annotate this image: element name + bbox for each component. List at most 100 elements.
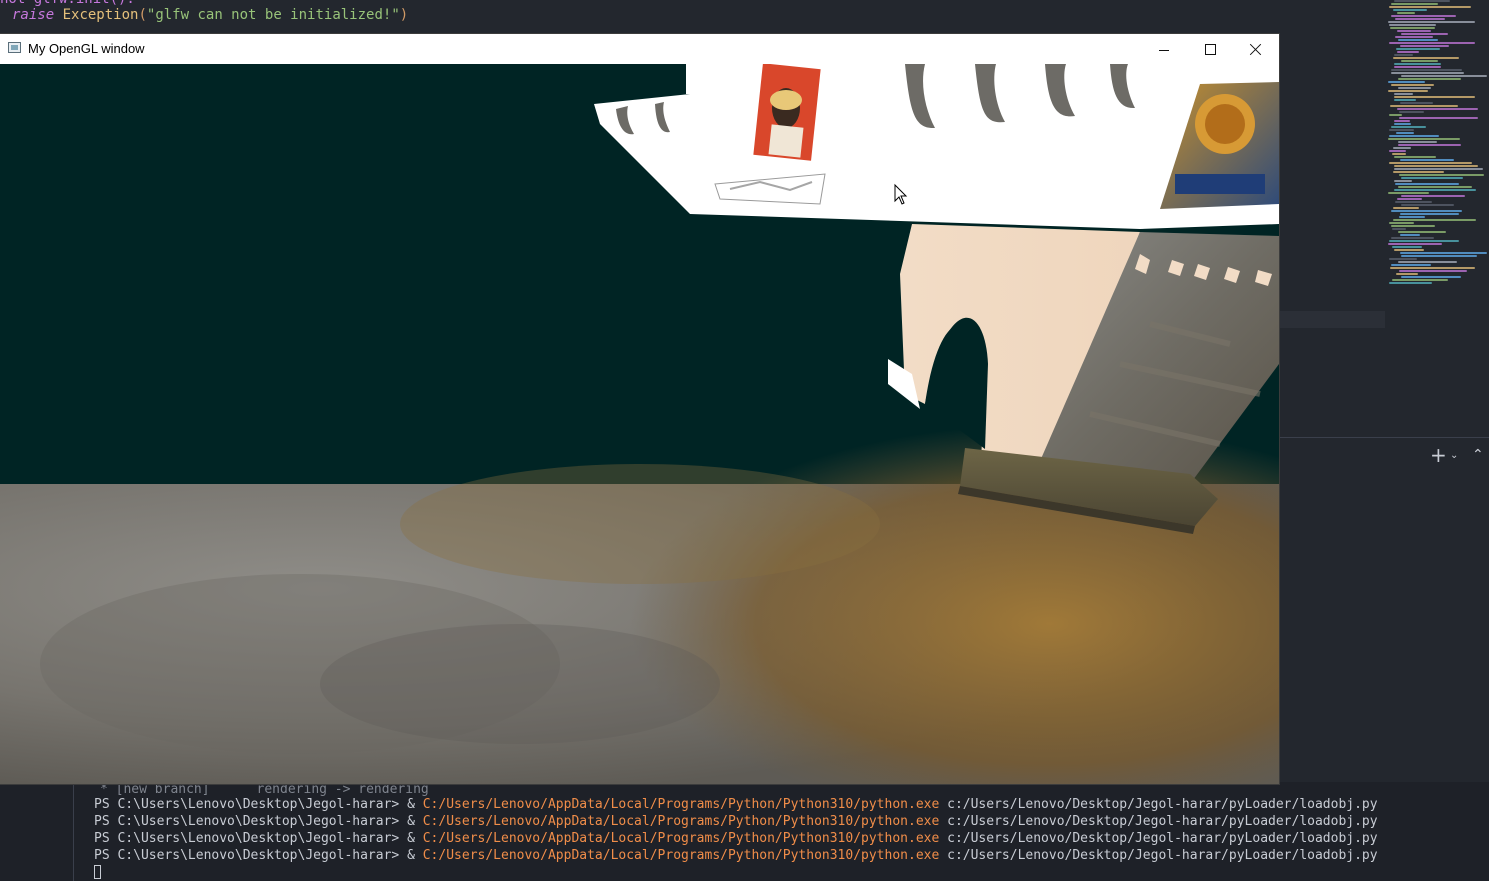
minimap-line: [1395, 201, 1432, 203]
terminal-gutter: [73, 782, 74, 881]
code-paren: (: [138, 7, 147, 23]
minimap-line: [1394, 249, 1424, 251]
minimap[interactable]: [1388, 0, 1489, 290]
minimap-line: [1389, 135, 1439, 137]
terminal-line: PS C:\Users\Lenovo\Desktop\Jegol-harar> …: [94, 813, 1378, 830]
minimap-line: [1389, 24, 1436, 26]
minimap-line: [1391, 84, 1434, 86]
minimap-line: [1397, 30, 1431, 32]
minimap-line: [1394, 99, 1416, 101]
minimap-line: [1393, 207, 1419, 209]
minimap-line: [1398, 78, 1461, 80]
minimap-line: [1392, 228, 1406, 230]
minimap-line: [1391, 264, 1431, 266]
terminal-script-path: c:/Users/Lenovo/Desktop/Jegol-harar/pyLo…: [939, 814, 1378, 829]
minimap-line: [1394, 63, 1441, 65]
render-viewport[interactable]: [0, 64, 1279, 784]
chevron-down-icon[interactable]: ⌄: [1450, 445, 1458, 467]
minimap-line: [1396, 273, 1418, 275]
minimap-line: [1401, 177, 1463, 179]
minimap-line: [1388, 90, 1428, 92]
terminal-prompt: PS C:\Users\Lenovo\Desktop\Jegol-harar> …: [94, 848, 423, 863]
minimap-line: [1393, 219, 1476, 221]
panel-divider: [1280, 437, 1489, 438]
minimap-line: [1400, 234, 1420, 236]
terminal-line: PS C:\Users\Lenovo\Desktop\Jegol-harar> …: [94, 847, 1378, 864]
minimap-line: [1389, 150, 1406, 152]
minimap-line: [1397, 51, 1419, 53]
minimap-line: [1393, 147, 1411, 149]
window-titlebar[interactable]: My OpenGL window: [0, 34, 1279, 64]
minimap-line: [1394, 168, 1483, 170]
minimap-line: [1389, 240, 1459, 242]
minimap-line: [1399, 117, 1478, 119]
terminal-panel-actions: + ⌄ ⌃: [1428, 444, 1488, 466]
terminal-exe-path: C:/Users/Lenovo/AppData/Local/Programs/P…: [422, 797, 940, 812]
terminal-prompt: PS C:\Users\Lenovo\Desktop\Jegol-harar> …: [94, 831, 423, 846]
minimap-line: [1398, 87, 1431, 89]
opengl-window[interactable]: My OpenGL window: [0, 34, 1279, 784]
terminal-panel[interactable]: * [new branch] rendering -> rendering PS…: [0, 782, 1489, 881]
minimap-line: [1391, 126, 1426, 128]
chevron-up-icon[interactable]: ⌃: [1472, 444, 1484, 466]
minimap-line: [1400, 252, 1487, 254]
maximize-icon: [1204, 43, 1216, 55]
minimap-line: [1388, 21, 1475, 23]
plus-icon[interactable]: +: [1430, 444, 1447, 466]
minimize-button[interactable]: [1141, 34, 1187, 64]
minimap-line: [1401, 60, 1438, 62]
terminal-exe-path: C:/Users/Lenovo/AppData/Local/Programs/P…: [422, 814, 940, 829]
terminal-cursor: [94, 865, 101, 879]
minimap-line: [1398, 141, 1437, 143]
minimap-line: [1398, 144, 1461, 146]
opengl-app-icon[interactable]: [8, 42, 21, 53]
minimap-line: [1401, 255, 1477, 257]
minimap-line: [1394, 54, 1413, 56]
minimap-line: [1390, 105, 1458, 107]
terminal-exe-path: C:/Users/Lenovo/AppData/Local/Programs/P…: [422, 831, 940, 846]
code-line: raise Exception("glfw can not be initial…: [12, 7, 408, 24]
minimize-icon: [1159, 49, 1169, 51]
minimap-line: [1395, 36, 1433, 38]
code-string: "glfw can not be initialized!": [146, 7, 400, 23]
minimap-line: [1398, 186, 1472, 188]
minimap-line: [1390, 27, 1435, 29]
minimap-line: [1393, 171, 1444, 173]
minimap-line: [1394, 165, 1478, 167]
minimap-line: [1394, 123, 1411, 125]
terminal-script-path: c:/Users/Lenovo/Desktop/Jegol-harar/pyLo…: [939, 848, 1378, 863]
minimap-line: [1389, 129, 1414, 131]
close-button[interactable]: [1233, 34, 1279, 64]
terminal-line: PS C:\Users\Lenovo\Desktop\Jegol-harar> …: [94, 796, 1378, 813]
minimap-line: [1388, 138, 1460, 140]
minimap-line: [1394, 0, 1450, 2]
minimap-line: [1391, 69, 1462, 71]
terminal-script-path: c:/Users/Lenovo/Desktop/Jegol-harar/pyLo…: [939, 797, 1378, 812]
minimap-line: [1394, 93, 1413, 95]
minimap-line: [1391, 72, 1464, 74]
minimap-line: [1401, 195, 1465, 197]
minimap-line: [1399, 216, 1425, 218]
minimap-line: [1401, 33, 1448, 35]
minimap-line: [1397, 198, 1422, 200]
minimap-line: [1392, 153, 1406, 155]
minimap-line: [1391, 225, 1435, 227]
minimap-line: [1396, 48, 1440, 50]
minimap-line: [1389, 222, 1414, 224]
minimap-line: [1389, 162, 1472, 164]
minimap-line: [1400, 159, 1454, 161]
maximize-button[interactable]: [1187, 34, 1233, 64]
minimap-line: [1399, 111, 1424, 113]
minimap-line: [1388, 192, 1429, 194]
minimap-line: [1398, 39, 1438, 41]
minimap-line: [1391, 3, 1438, 5]
minimap-line: [1394, 66, 1441, 68]
minimap-line: [1401, 204, 1454, 206]
minimap-highlight: [1280, 311, 1385, 328]
minimap-line: [1392, 279, 1448, 281]
minimap-line: [1401, 276, 1461, 278]
minimap-line: [1391, 15, 1456, 17]
minimap-line: [1398, 261, 1457, 263]
minimap-line: [1393, 9, 1427, 11]
minimap-line: [1388, 243, 1442, 245]
